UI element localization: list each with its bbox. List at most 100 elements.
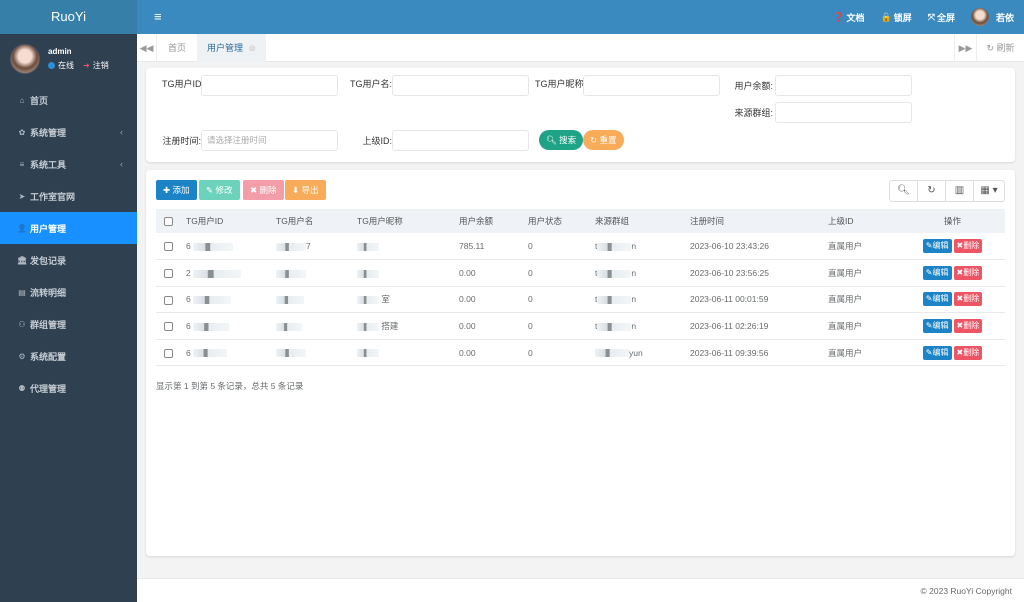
times-icon: ✖ [250, 185, 258, 195]
row-checkbox[interactable] [164, 295, 173, 305]
col-parent-id[interactable]: 上级ID [820, 209, 900, 233]
col-tg-username[interactable]: TG用户名 [268, 209, 349, 233]
online-status-text: 在线 [58, 61, 74, 70]
table-row[interactable]: 6 搭建 0.00 0 t n 2023-06-11 02:26:19 直属用户 ✎编辑 ✖删除 [156, 312, 1005, 340]
sidebar-item-7[interactable]: ⚇ 群组管理 [0, 308, 137, 340]
user-avatar[interactable] [10, 44, 40, 74]
lock-screen-link[interactable]: 🔒 锁屏 [881, 11, 912, 24]
footer: © 2023 RuoYi Copyright [137, 578, 1024, 602]
tg-nickname-label: TG用户昵称: [535, 79, 586, 89]
redacted-block [595, 349, 629, 358]
row-select-cell [156, 286, 178, 314]
tab-close-icon[interactable]: ⊗ [249, 43, 257, 53]
book-icon: ▤ [18, 287, 26, 297]
row-edit-button[interactable]: ✎编辑 [922, 345, 952, 360]
row-delete-button[interactable]: ✖删除 [953, 319, 983, 334]
source-group-input[interactable] [775, 102, 912, 123]
row-checkbox[interactable] [164, 322, 173, 332]
col-register-time[interactable]: 注册时间 [682, 209, 820, 233]
table-row[interactable]: 6 室 0.00 0 t n 2023-06-11 00:01:59 直属用户 ✎编辑 ✖删除 [156, 286, 1005, 314]
table-body: 6 7 785.11 0 t n 2023-06-10 23:43:26 直属用户 ✎编辑 ✖… [156, 233, 1005, 367]
edit-button[interactable]: ✎ 修改 [199, 180, 240, 200]
export-button[interactable]: ⬇ 导出 [285, 180, 326, 200]
tg-nickname-input[interactable] [583, 75, 720, 96]
cell-parent: 直属用户 [820, 259, 900, 287]
row-delete-button[interactable]: ✖删除 [953, 292, 983, 307]
cell-balance: 0.00 [451, 339, 520, 367]
row-delete-button[interactable]: ✖删除 [953, 265, 983, 280]
tab-user-management[interactable]: 用户管理 ⊗ [197, 34, 267, 62]
columns-dropdown-icon[interactable]: ▦ ▾ [974, 181, 1004, 201]
menu-toggle-icon[interactable]: ≡ [154, 9, 162, 24]
tabs-scroll-right-icon[interactable]: ▶▶ [954, 34, 976, 62]
sign-out-icon[interactable]: ➜ [83, 61, 90, 70]
redacted-block [276, 296, 304, 305]
question-circle-icon: ❓ [833, 11, 845, 22]
tg-username-label: TG用户名: [350, 79, 392, 89]
row-checkbox[interactable] [164, 269, 173, 279]
col-source-group[interactable]: 来源群组 [587, 209, 682, 233]
row-select-cell [156, 233, 178, 261]
add-button[interactable]: ✚ 添加 [156, 180, 197, 200]
redacted-block [193, 349, 228, 358]
cell-source-group: tn [587, 286, 682, 314]
reset-button[interactable]: ↻ 重置 [583, 130, 624, 150]
cell-tg-nickname: 搭建 [349, 312, 451, 340]
col-tg-nickname[interactable]: TG用户昵称 [349, 209, 451, 233]
table-row[interactable]: 6 0.00 0 yun 2023-06-11 09:39:56 直属用户 ✎编辑 ✖删除 [156, 339, 1005, 367]
tabs-scroll-left-icon[interactable]: ◀◀ [137, 34, 157, 62]
row-edit-button[interactable]: ✎编辑 [922, 319, 952, 334]
cell-tg-id: 6 [178, 286, 268, 314]
tab-refresh-button[interactable]: ↻ 刷新 [976, 34, 1024, 62]
sidebar-item-1[interactable]: ✿ 系统管理 ‹ [0, 116, 137, 148]
top-user-avatar [970, 8, 989, 26]
table-row[interactable]: 2 0.00 0 t n 2023-06-10 23:56:25 直属用户 ✎编辑 ✖删除 [156, 259, 1005, 287]
search-button[interactable]: 🔍︎ 搜索 [539, 130, 584, 150]
fullscreen-link[interactable]: ⤧ 全屏 [928, 11, 955, 24]
doc-link[interactable]: ❓ 文档 [833, 11, 864, 24]
row-select-cell [156, 312, 178, 340]
sidebar-item-4[interactable]: 👤 用户管理 [0, 212, 137, 244]
tab-home[interactable]: 首页 [158, 34, 196, 62]
toggle-view-icon[interactable]: ▥ [946, 181, 974, 201]
col-status[interactable]: 用户状态 [520, 209, 587, 233]
tg-id-text: 6 [186, 241, 191, 252]
user-dropdown[interactable]: 若依 [970, 8, 1014, 26]
sidebar-item-6[interactable]: ▤ 流转明细 [0, 276, 137, 308]
sidebar-item-9[interactable]: ⚉ 代理管理 [0, 372, 137, 404]
sidebar-item-2[interactable]: ≡ 系统工具 ‹ [0, 148, 137, 180]
cell-actions: ✎编辑 ✖删除 [900, 259, 1005, 287]
sidebar-item-3[interactable]: ➤ 工作室官网 [0, 180, 137, 212]
col-tg-user-id[interactable]: TG用户ID [178, 209, 268, 233]
sidebar-item-8[interactable]: ⚙ 系统配置 [0, 340, 137, 372]
tg-username-input[interactable] [392, 75, 529, 96]
col-balance[interactable]: 用户余额 [451, 209, 520, 233]
sidebar-item-5[interactable]: 🏛 发包记录 [0, 244, 137, 276]
register-time-input[interactable]: 请选择注册时间 [201, 130, 338, 151]
row-checkbox[interactable] [164, 242, 173, 252]
app-logo[interactable]: RuoYi [0, 0, 137, 34]
cell-actions: ✎编辑 ✖删除 [900, 286, 1005, 314]
tg-user-id-input[interactable] [201, 75, 338, 96]
row-delete-label: 删除 [963, 241, 980, 251]
row-edit-button[interactable]: ✎编辑 [922, 265, 952, 280]
cell-source-group: tn [587, 259, 682, 287]
sidebar-item-0[interactable]: ⌂ 首页 [0, 84, 137, 116]
table-row[interactable]: 6 7 785.11 0 t n 2023-06-10 23:43:26 直属用户 ✎编辑 ✖… [156, 233, 1005, 261]
row-delete-button[interactable]: ✖删除 [953, 345, 983, 360]
tab-refresh-label: 刷新 [996, 43, 1015, 53]
toggle-search-icon[interactable]: 🔍︎ [890, 181, 918, 201]
register-time-label: 注册时间: [162, 136, 201, 146]
cell-tg-nickname: 室 [349, 286, 451, 314]
row-checkbox[interactable] [164, 348, 173, 358]
row-edit-button[interactable]: ✎编辑 [922, 292, 952, 307]
sidebar-item-label: 系统管理 [30, 127, 67, 138]
delete-button[interactable]: ✖ 删除 [243, 180, 284, 200]
row-edit-button[interactable]: ✎编辑 [922, 239, 952, 254]
refresh-table-icon[interactable]: ↻ [918, 181, 946, 201]
row-delete-button[interactable]: ✖删除 [953, 239, 983, 254]
balance-input[interactable] [775, 75, 912, 96]
logout-link[interactable]: 注销 [93, 60, 109, 71]
select-all-checkbox[interactable] [164, 217, 173, 227]
parent-id-input[interactable] [392, 130, 529, 151]
